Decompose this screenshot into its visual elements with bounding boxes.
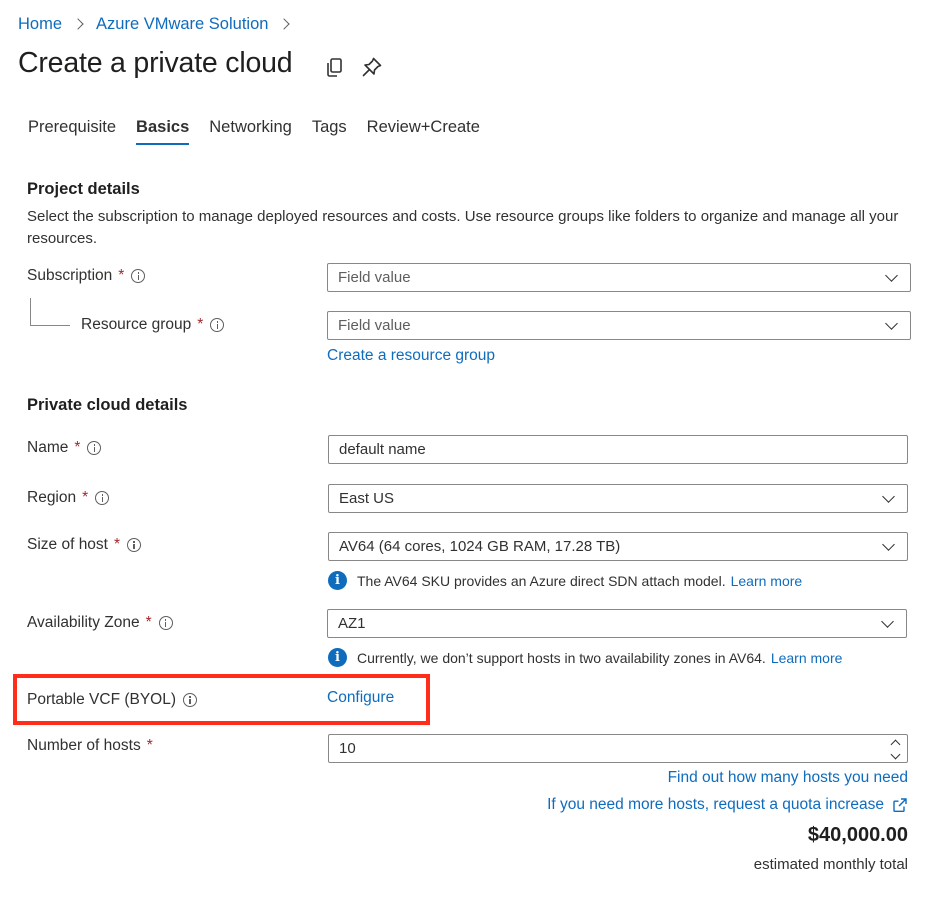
pin-icon[interactable] <box>361 56 383 78</box>
chevron-down-icon <box>882 489 895 503</box>
project-details-heading: Project details <box>27 180 140 198</box>
resource-group-label: Resource group * <box>81 316 225 334</box>
size-of-host-note: i The AV64 SKU provides an Azure direct … <box>328 571 802 590</box>
availability-zone-dropdown[interactable]: AZ1 <box>327 609 907 638</box>
number-of-hosts-input[interactable]: 10 <box>328 734 908 763</box>
az-note-text: Currently, we don’t support hosts in two… <box>357 649 766 666</box>
breadcrumb: Home Azure VMware Solution <box>18 13 302 35</box>
required-mark: * <box>114 536 121 553</box>
info-icon[interactable] <box>210 318 225 332</box>
info-filled-icon: i <box>328 648 347 667</box>
chevron-down-icon <box>885 316 898 330</box>
title-actions <box>325 56 383 78</box>
region-label: Region * <box>27 489 110 507</box>
private-cloud-details-heading: Private cloud details <box>27 396 188 414</box>
number-of-hosts-label: Number of hosts * <box>27 737 153 755</box>
az-note-learn-more-link[interactable]: Learn more <box>771 650 843 666</box>
chevron-down-icon <box>881 614 894 628</box>
tab-review-create[interactable]: Review+Create <box>367 118 480 145</box>
resource-group-dropdown[interactable]: Field value <box>327 311 911 340</box>
breadcrumb-home[interactable]: Home <box>18 15 62 34</box>
size-of-host-value: AV64 (64 cores, 1024 GB RAM, 17.28 TB) <box>339 538 621 555</box>
size-note-text: The AV64 SKU provides an Azure direct SD… <box>357 572 726 589</box>
chevron-down-icon <box>885 268 898 282</box>
name-label-text: Name <box>27 439 69 456</box>
info-icon[interactable] <box>95 491 110 505</box>
tab-tags[interactable]: Tags <box>312 118 347 145</box>
configure-link[interactable]: Configure <box>327 689 394 707</box>
required-mark: * <box>146 737 153 754</box>
stepper-up-icon[interactable] <box>890 739 901 750</box>
size-of-host-label: Size of host * <box>27 536 142 554</box>
resource-group-label-text: Resource group <box>81 316 192 333</box>
availability-zone-label: Availability Zone * <box>27 614 173 632</box>
number-of-hosts-label-text: Number of hosts <box>27 737 141 754</box>
info-icon[interactable] <box>158 616 173 630</box>
required-mark: * <box>197 316 204 333</box>
quota-increase-link[interactable]: If you need more hosts, request a quota … <box>547 796 884 814</box>
subscription-label: Subscription * <box>27 267 146 285</box>
tab-basics[interactable]: Basics <box>136 118 190 145</box>
stepper-down-icon[interactable] <box>890 749 901 760</box>
copy-icon[interactable] <box>325 56 345 78</box>
portable-vcf-label: Portable VCF (BYOL) <box>27 691 198 709</box>
chevron-right-icon <box>278 18 291 30</box>
page-title: Create a private cloud <box>18 47 293 79</box>
resource-group-value: Field value <box>338 317 411 334</box>
region-value: East US <box>339 490 395 507</box>
tab-networking[interactable]: Networking <box>209 118 292 145</box>
size-of-host-label-text: Size of host <box>27 536 108 553</box>
number-of-hosts-value: 10 <box>339 740 356 757</box>
chevron-down-icon <box>882 537 895 551</box>
estimated-price-caption: estimated monthly total <box>753 856 908 873</box>
size-note-learn-more-link[interactable]: Learn more <box>731 573 803 589</box>
region-dropdown[interactable]: East US <box>328 484 908 513</box>
chevron-right-icon <box>72 18 84 30</box>
info-filled-icon: i <box>328 571 347 590</box>
find-hosts-link[interactable]: Find out how many hosts you need <box>668 769 908 787</box>
info-icon[interactable] <box>183 693 198 707</box>
number-stepper[interactable] <box>890 738 901 760</box>
create-resource-group-link[interactable]: Create a resource group <box>327 347 495 365</box>
required-mark: * <box>74 439 81 456</box>
tab-prerequisite[interactable]: Prerequisite <box>28 118 116 145</box>
name-input[interactable]: default name <box>328 435 908 464</box>
size-of-host-dropdown[interactable]: AV64 (64 cores, 1024 GB RAM, 17.28 TB) <box>328 532 908 561</box>
region-label-text: Region <box>27 489 77 506</box>
required-mark: * <box>82 489 89 506</box>
required-mark: * <box>145 614 152 631</box>
hierarchy-connector <box>30 298 70 326</box>
name-label: Name * <box>27 439 102 457</box>
estimated-price: $40,000.00 <box>807 824 908 846</box>
info-icon[interactable] <box>87 441 102 455</box>
name-value: default name <box>339 441 426 458</box>
project-details-description: Select the subscription to manage deploy… <box>27 208 899 247</box>
subscription-value: Field value <box>338 269 411 286</box>
info-icon[interactable] <box>131 269 146 283</box>
portable-vcf-label-text: Portable VCF (BYOL) <box>27 691 177 708</box>
availability-zone-label-text: Availability Zone <box>27 614 140 631</box>
info-icon[interactable] <box>127 538 142 552</box>
subscription-label-text: Subscription <box>27 267 113 284</box>
availability-zone-value: AZ1 <box>338 615 366 632</box>
breadcrumb-azure-vmware-solution[interactable]: Azure VMware Solution <box>96 15 268 34</box>
subscription-dropdown[interactable]: Field value <box>327 263 911 292</box>
quota-increase-link-row: If you need more hosts, request a quota … <box>547 796 908 814</box>
availability-zone-note: i Currently, we don’t support hosts in t… <box>328 648 842 667</box>
required-mark: * <box>118 267 125 284</box>
external-link-icon[interactable] <box>892 797 908 813</box>
tab-bar: Prerequisite Basics Networking Tags Revi… <box>28 118 500 145</box>
